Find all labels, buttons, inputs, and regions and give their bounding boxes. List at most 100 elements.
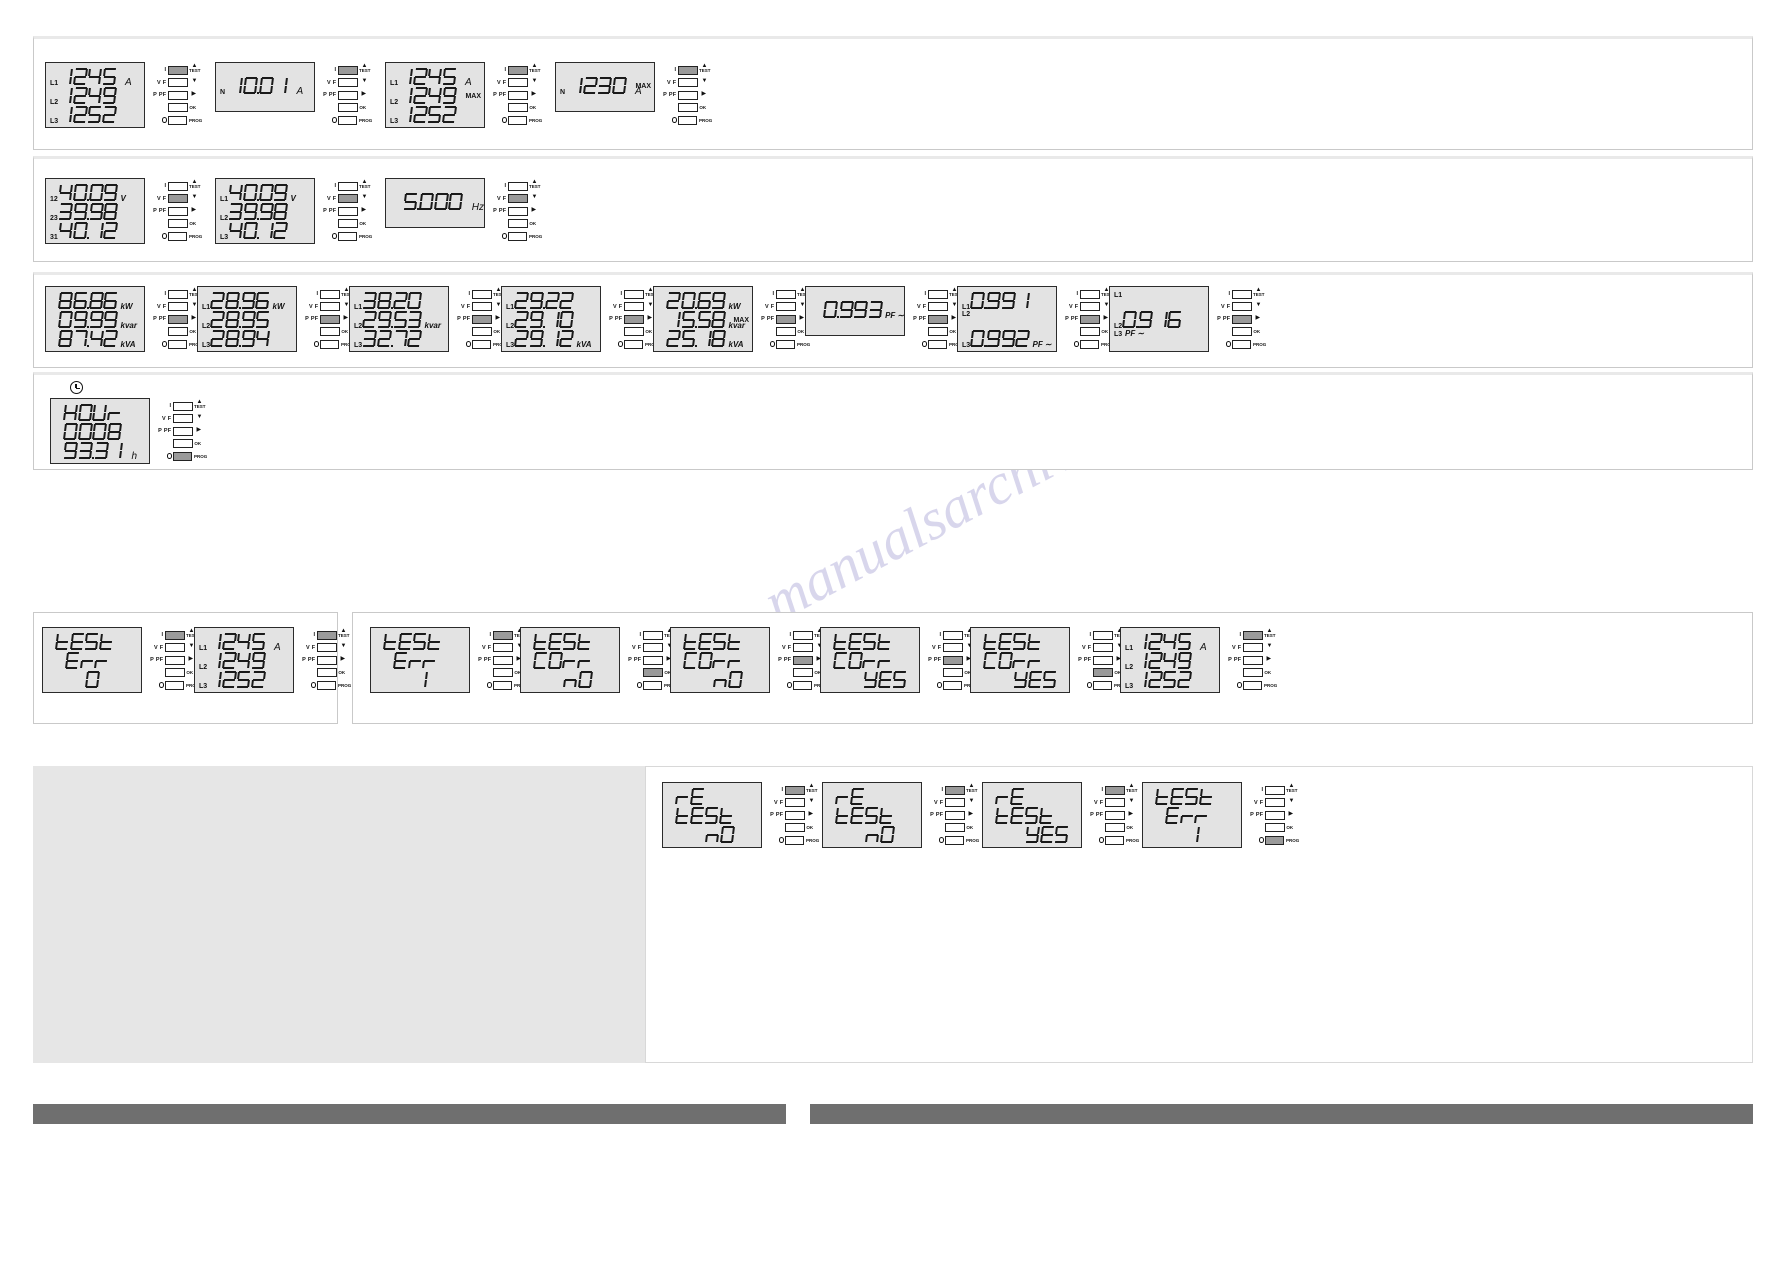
keypad-button-vf[interactable] <box>317 643 337 652</box>
keypad-button-vf[interactable] <box>168 302 188 311</box>
meter-keypad[interactable]: ITEST▲V F▼P PF▶OKPROG <box>157 398 207 464</box>
keypad-button-vf[interactable] <box>928 302 948 311</box>
keypad-button-prog[interactable] <box>1105 835 1125 845</box>
keypad-button-i[interactable] <box>678 65 698 75</box>
keypad-button-i[interactable] <box>1232 289 1252 299</box>
keypad-button-prog[interactable] <box>508 115 528 125</box>
keypad-button-vf[interactable] <box>943 643 963 652</box>
meter-keypad[interactable]: ITEST▲V F▼P PF▶OKPROG <box>477 627 527 693</box>
keypad-button-ppf[interactable] <box>493 655 513 665</box>
keypad-button-vf[interactable] <box>338 78 358 87</box>
keypad-button-ppf[interactable] <box>678 90 698 100</box>
keypad-button-ppf[interactable] <box>643 655 663 665</box>
keypad-button-ok[interactable] <box>1105 823 1125 832</box>
meter-keypad[interactable]: ITEST▲V F▼P PF▶OKPROG <box>929 782 979 848</box>
meter-keypad[interactable]: ITEST▲V F▼P PF▶OKPROG <box>608 286 658 352</box>
keypad-button-ppf[interactable] <box>338 206 358 216</box>
keypad-button-vf[interactable] <box>1105 798 1125 807</box>
keypad-button-vf[interactable] <box>168 78 188 87</box>
keypad-button-ppf[interactable] <box>508 206 528 216</box>
keypad-button-i[interactable] <box>168 181 188 191</box>
keypad-button-ok[interactable] <box>508 219 528 228</box>
keypad-button-vf[interactable] <box>338 194 358 203</box>
keypad-button-ppf[interactable] <box>624 314 644 324</box>
keypad-button-ok[interactable] <box>320 327 340 336</box>
keypad-button-prog[interactable] <box>624 339 644 349</box>
keypad-button-ppf[interactable] <box>1243 655 1263 665</box>
meter-keypad[interactable]: ITEST▲V F▼P PF▶OKPROG <box>1216 286 1266 352</box>
meter-keypad[interactable]: ITEST▲V F▼P PF▶OKPROG <box>322 178 372 244</box>
keypad-button-vf[interactable] <box>320 302 340 311</box>
keypad-button-vf[interactable] <box>1080 302 1100 311</box>
keypad-button-prog[interactable] <box>776 339 796 349</box>
keypad-button-vf[interactable] <box>508 78 528 87</box>
keypad-button-ok[interactable] <box>1243 668 1263 677</box>
meter-keypad[interactable]: ITEST▲V F▼P PF▶OKPROG <box>769 782 819 848</box>
keypad-button-ppf[interactable] <box>945 810 965 820</box>
keypad-button-ppf[interactable] <box>317 655 337 665</box>
keypad-button-vf[interactable] <box>678 78 698 87</box>
keypad-button-prog[interactable] <box>508 231 528 241</box>
keypad-button-i[interactable] <box>624 289 644 299</box>
keypad-button-i[interactable] <box>173 401 193 411</box>
keypad-button-ok[interactable] <box>945 823 965 832</box>
keypad-button-ok[interactable] <box>793 668 813 677</box>
keypad-button-i[interactable] <box>1105 785 1125 795</box>
keypad-button-ok[interactable] <box>678 103 698 112</box>
keypad-button-ok[interactable] <box>776 327 796 336</box>
meter-keypad[interactable]: ITEST▲V F▼P PF▶OKPROG <box>1249 782 1299 848</box>
keypad-button-ok[interactable] <box>317 668 337 677</box>
keypad-button-ppf[interactable] <box>472 314 492 324</box>
keypad-button-ppf[interactable] <box>793 655 813 665</box>
keypad-button-i[interactable] <box>320 289 340 299</box>
keypad-button-prog[interactable] <box>928 339 948 349</box>
keypad-button-ok[interactable] <box>1232 327 1252 336</box>
keypad-button-i[interactable] <box>945 785 965 795</box>
keypad-button-vf[interactable] <box>472 302 492 311</box>
keypad-button-ppf[interactable] <box>928 314 948 324</box>
keypad-button-ok[interactable] <box>1093 668 1113 677</box>
keypad-button-vf[interactable] <box>493 643 513 652</box>
meter-keypad[interactable]: ITEST▲V F▼P PF▶OKPROG <box>456 286 506 352</box>
keypad-button-ok[interactable] <box>1080 327 1100 336</box>
keypad-button-vf[interactable] <box>793 643 813 652</box>
meter-keypad[interactable]: ITEST▲V F▼P PF▶OKPROG <box>1064 286 1114 352</box>
meter-keypad[interactable]: ITEST▲V F▼P PF▶OKPROG <box>149 627 199 693</box>
keypad-button-prog[interactable] <box>168 115 188 125</box>
keypad-button-i[interactable] <box>168 289 188 299</box>
keypad-button-i[interactable] <box>1080 289 1100 299</box>
meter-keypad[interactable]: ITEST▲V F▼P PF▶OKPROG <box>1227 627 1277 693</box>
keypad-button-i[interactable] <box>1243 630 1263 640</box>
keypad-button-vf[interactable] <box>1093 643 1113 652</box>
keypad-button-ok[interactable] <box>1265 823 1285 832</box>
keypad-button-prog[interactable] <box>678 115 698 125</box>
keypad-button-i[interactable] <box>928 289 948 299</box>
keypad-button-vf[interactable] <box>785 798 805 807</box>
meter-keypad[interactable]: ITEST▲V F▼P PF▶OKPROG <box>760 286 810 352</box>
keypad-button-prog[interactable] <box>338 231 358 241</box>
keypad-button-prog[interactable] <box>1232 339 1252 349</box>
keypad-button-i[interactable] <box>643 630 663 640</box>
keypad-button-ppf[interactable] <box>1232 314 1252 324</box>
meter-keypad[interactable]: ITEST▲V F▼P PF▶OKPROG <box>301 627 351 693</box>
keypad-button-ok[interactable] <box>508 103 528 112</box>
keypad-button-ppf[interactable] <box>776 314 796 324</box>
keypad-button-vf[interactable] <box>165 643 185 652</box>
keypad-button-prog[interactable] <box>1093 680 1113 690</box>
keypad-button-prog[interactable] <box>168 231 188 241</box>
keypad-button-ppf[interactable] <box>785 810 805 820</box>
keypad-button-ok[interactable] <box>168 219 188 228</box>
meter-keypad[interactable]: ITEST▲V F▼P PF▶OKPROG <box>152 286 202 352</box>
keypad-button-prog[interactable] <box>1243 680 1263 690</box>
keypad-button-ppf[interactable] <box>168 90 188 100</box>
keypad-button-ppf[interactable] <box>1265 810 1285 820</box>
keypad-button-i[interactable] <box>508 181 528 191</box>
keypad-button-prog[interactable] <box>165 680 185 690</box>
keypad-button-prog[interactable] <box>943 680 963 690</box>
keypad-button-vf[interactable] <box>945 798 965 807</box>
meter-keypad[interactable]: ITEST▲V F▼P PF▶OKPROG <box>1089 782 1139 848</box>
keypad-button-i[interactable] <box>168 65 188 75</box>
keypad-button-prog[interactable] <box>643 680 663 690</box>
meter-keypad[interactable]: ITEST▲V F▼P PF▶OKPROG <box>492 62 542 128</box>
keypad-button-prog[interactable] <box>168 339 188 349</box>
